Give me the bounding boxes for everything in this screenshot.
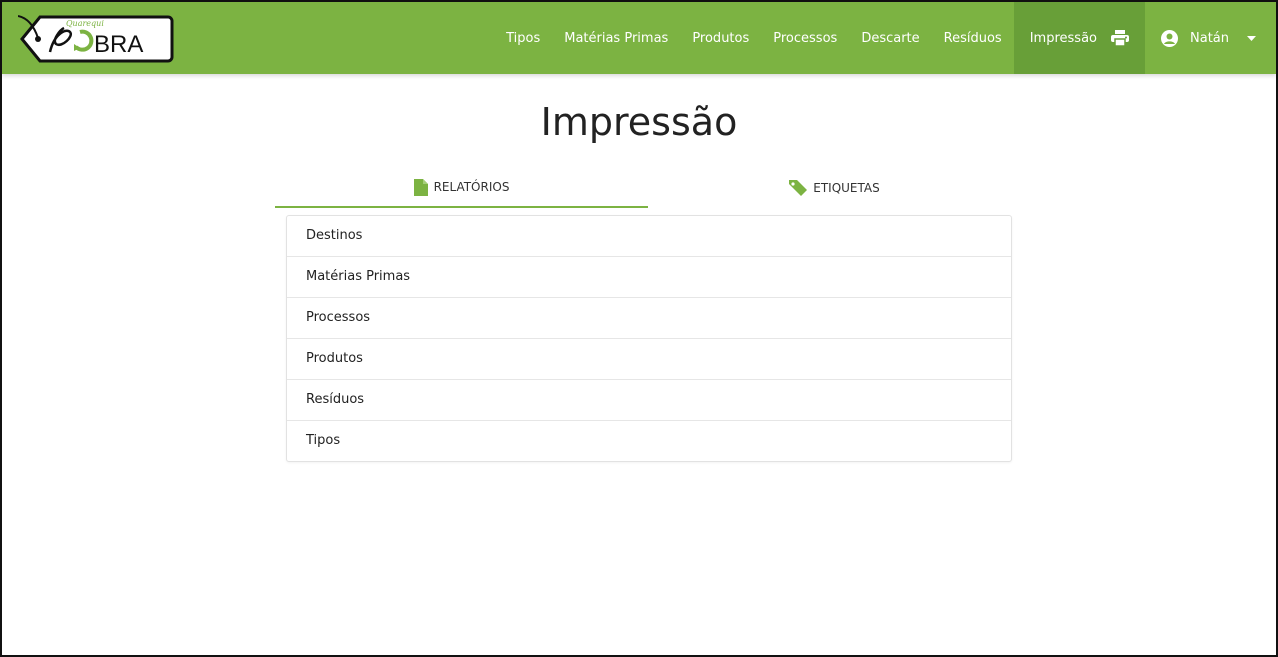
caret-down-icon <box>1247 35 1256 41</box>
tag-icon <box>789 180 808 196</box>
brand-logo[interactable]: Quarequi BRA <box>18 14 174 64</box>
page-title: Impressão <box>540 100 738 144</box>
nav-item-label: Descarte <box>861 30 920 46</box>
nav-item-tipos[interactable]: Tipos <box>494 2 552 74</box>
top-navbar: Quarequi BRA Tipos Matérias Primas Produ… <box>2 2 1276 74</box>
nav-item-impressao[interactable]: Impressão <box>1013 2 1145 74</box>
tab-label: ETIQUETAS <box>813 181 880 195</box>
file-icon <box>413 178 428 196</box>
list-item-processos[interactable]: Processos <box>287 298 1011 339</box>
logo-wordmark: BRA <box>94 31 143 58</box>
nav-item-produtos[interactable]: Produtos <box>680 2 761 74</box>
list-item-materias-primas[interactable]: Matérias Primas <box>287 257 1011 298</box>
user-menu[interactable]: Natán <box>1145 2 1276 74</box>
nav-item-label: Matérias Primas <box>564 30 669 46</box>
logo-script-text: Quarequi <box>66 19 104 28</box>
user-circle-icon <box>1161 29 1178 47</box>
tab-etiquetas[interactable]: ETIQUETAS <box>648 168 1021 208</box>
nav-item-label: Impressão <box>1029 30 1097 46</box>
tab-bar: RELATÓRIOS ETIQUETAS <box>275 168 1021 208</box>
list-item-residuos[interactable]: Resíduos <box>287 380 1011 421</box>
list-item-destinos[interactable]: Destinos <box>287 216 1011 257</box>
nav-item-processos[interactable]: Processos <box>761 2 849 74</box>
report-list: Destinos Matérias Primas Processos Produ… <box>286 215 1012 462</box>
nav-item-residuos[interactable]: Resíduos <box>932 2 1014 74</box>
user-name: Natán <box>1190 30 1229 46</box>
tab-relatorios[interactable]: RELATÓRIOS <box>275 168 648 208</box>
list-item-produtos[interactable]: Produtos <box>287 339 1011 380</box>
printer-icon <box>1111 30 1129 46</box>
tab-label: RELATÓRIOS <box>433 180 510 194</box>
nav-item-descarte[interactable]: Descarte <box>849 2 931 74</box>
nav-menu: Tipos Matérias Primas Produtos Processos… <box>494 2 1276 74</box>
nav-item-label: Produtos <box>692 30 750 46</box>
list-item-tipos[interactable]: Tipos <box>287 421 1011 461</box>
nav-item-label: Processos <box>773 30 838 46</box>
nav-item-materias-primas[interactable]: Matérias Primas <box>552 2 680 74</box>
nav-item-label: Tipos <box>506 30 541 46</box>
nav-item-label: Resíduos <box>943 30 1002 46</box>
